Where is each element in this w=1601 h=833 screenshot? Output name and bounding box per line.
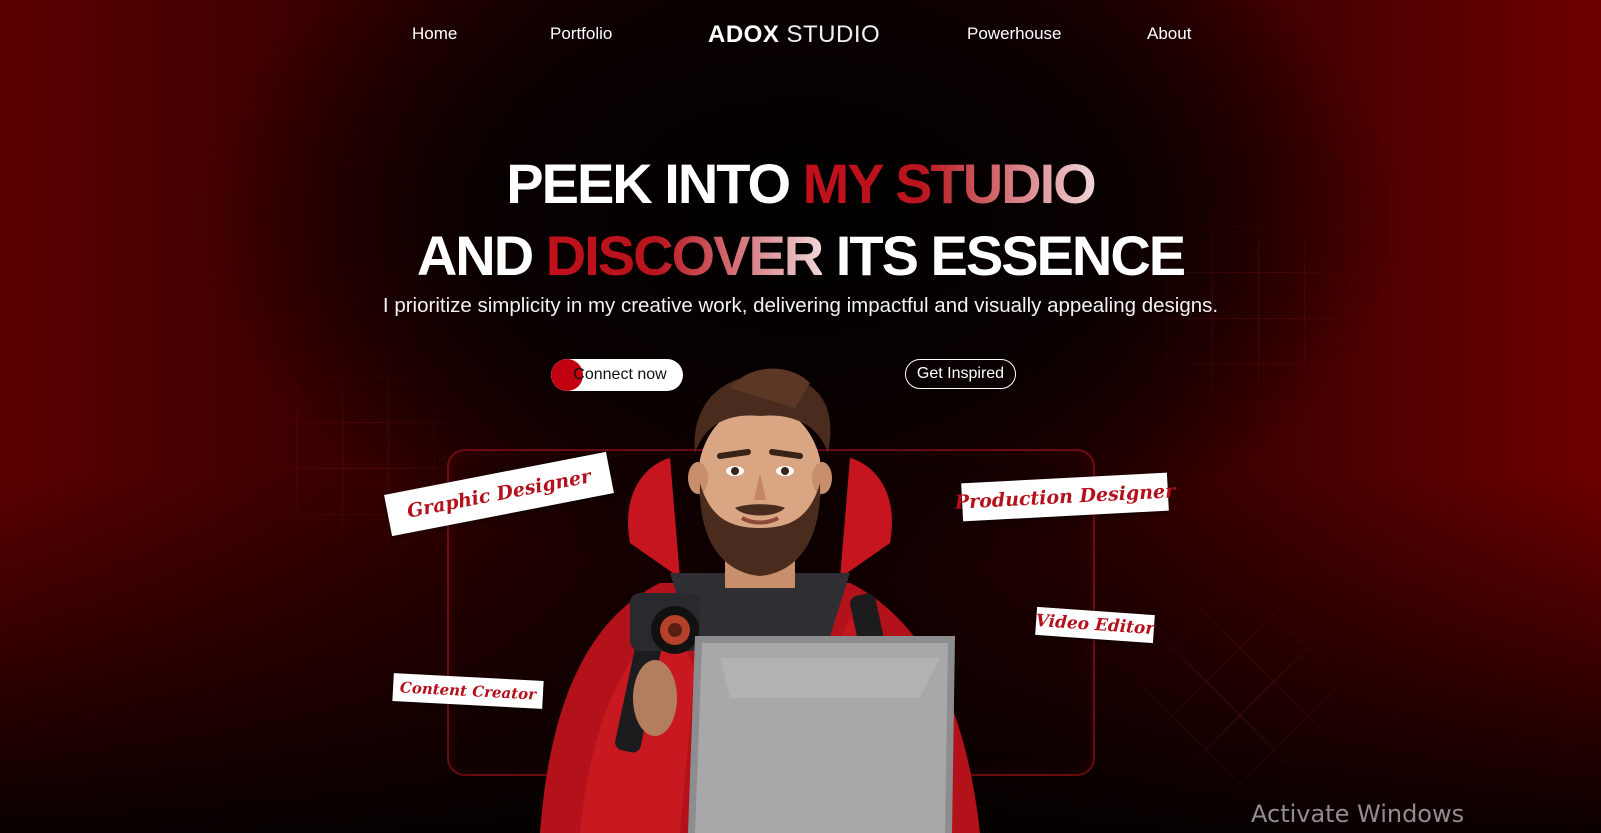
character-illustration xyxy=(540,368,980,833)
hero-line2-tail: ITS ESSENCE xyxy=(822,224,1186,287)
brand-name-light: STUDIO xyxy=(786,21,881,48)
hero-line1-accent: MY STUDIO xyxy=(802,152,1097,215)
hero-title: PEEK INTO MY STUDIO AND DISCOVER ITS ESS… xyxy=(0,148,1601,292)
hero-line2-text: AND xyxy=(416,224,546,287)
top-navigation: Home Portfolio ADOX STUDIO Powerhouse Ab… xyxy=(0,0,1601,70)
hero-subtitle: I prioritize simplicity in my creative w… xyxy=(382,294,1219,317)
hero-line2-accent: DISCOVER xyxy=(545,224,824,287)
nav-link-home[interactable]: Home xyxy=(412,24,457,44)
brand-logo[interactable]: ADOX STUDIO xyxy=(708,21,880,49)
nav-link-about[interactable]: About xyxy=(1147,24,1191,44)
nav-link-powerhouse[interactable]: Powerhouse xyxy=(967,24,1062,44)
grid-decoration-left xyxy=(250,330,480,590)
hero-line1-text: PEEK INTO xyxy=(506,152,803,215)
nav-link-portfolio[interactable]: Portfolio xyxy=(550,24,612,44)
activate-windows-watermark: Activate Windows xyxy=(1251,800,1465,828)
brand-name-bold: ADOX xyxy=(708,21,780,48)
